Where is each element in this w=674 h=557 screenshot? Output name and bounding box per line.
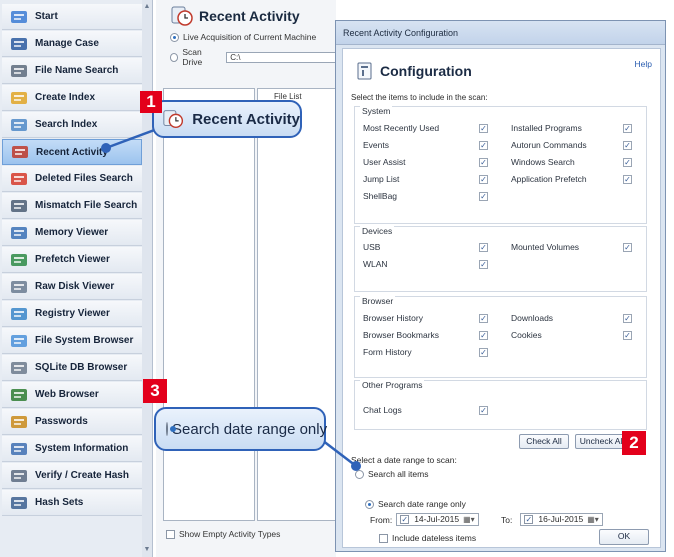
zoom-search-range-radio: [166, 422, 176, 436]
connector-dot-3: [351, 461, 361, 471]
zoom-callout-search-range-text: Search date range only: [172, 420, 328, 438]
step-badge-3: 3: [143, 379, 167, 403]
recent-activity-icon: [163, 110, 184, 129]
step-badge-1: 1: [140, 91, 162, 113]
connector-dot-1: [101, 143, 111, 153]
zoom-callout-recent-activity-text: Recent Activity: [192, 110, 300, 128]
zoom-callout-search-range: Search date range only: [154, 407, 328, 451]
step-badge-2: 2: [622, 431, 646, 455]
callout-connectors: [101, 120, 361, 471]
zoom-callout-recent-activity: Recent Activity: [152, 100, 302, 138]
